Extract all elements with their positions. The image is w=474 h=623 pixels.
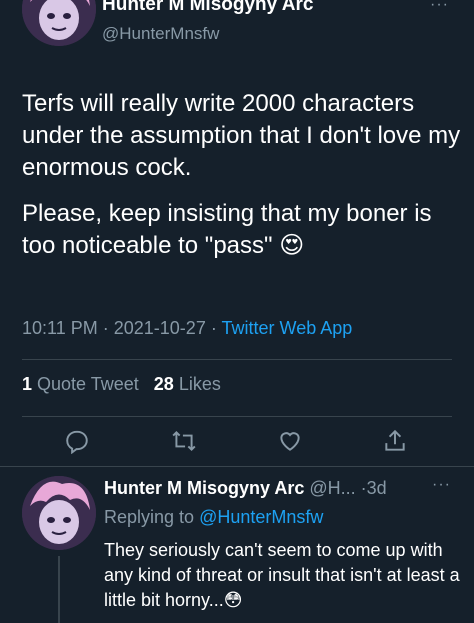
tweet-text-1: Terfs will really write 2000 characters … xyxy=(22,90,461,181)
thread-line xyxy=(58,556,60,623)
heart-eyes-emoji: 😍 xyxy=(279,232,305,259)
tweet-body: Terfs will really write 2000 characters … xyxy=(22,88,462,262)
reply-author-name[interactable]: Hunter M Misogyny Arc xyxy=(104,478,304,498)
tweet-stats: 1 Quote Tweet 28 Likes xyxy=(22,374,221,395)
author-handle[interactable]: @HunterMnsfw xyxy=(102,24,219,44)
reply-more-options-icon[interactable]: ··· xyxy=(432,476,451,494)
tweet-paragraph: Terfs will really write 2000 characters … xyxy=(22,88,462,184)
reply-author-avatar[interactable] xyxy=(22,476,96,550)
share-icon[interactable] xyxy=(382,428,408,454)
tweet-metadata: 10:11 PM · 2021-10-27 · Twitter Web App xyxy=(22,318,352,339)
reply-body: They seriously can't seem to come up wit… xyxy=(104,538,464,613)
more-options-icon[interactable]: ··· xyxy=(430,0,449,14)
likes-stat[interactable]: 28 Likes xyxy=(154,374,221,394)
reply-icon[interactable] xyxy=(64,428,90,455)
like-count: 28 xyxy=(153,374,174,394)
replying-label: Replying to xyxy=(104,507,195,527)
tweet-time[interactable]: 10:11 PM xyxy=(22,318,98,338)
tweet-date[interactable]: 2021-10-27 xyxy=(114,318,206,338)
divider xyxy=(0,466,474,467)
replying-to: Replying to @HunterMnsfw xyxy=(104,507,323,528)
quote-tweet-stat[interactable]: 1 Quote Tweet xyxy=(22,374,139,394)
reply-text: They seriously can't seem to come up wit… xyxy=(104,540,460,610)
flushed-emoji: 😳 xyxy=(223,590,243,610)
author-avatar[interactable] xyxy=(22,0,96,46)
quote-count: 1 xyxy=(22,374,33,394)
divider xyxy=(22,359,452,360)
meta-separator: · xyxy=(210,318,217,338)
author-name[interactable]: Hunter M Misogyny Arc xyxy=(102,0,314,16)
likes-label: Likes xyxy=(178,374,221,394)
replying-mention-link[interactable]: @HunterMnsfw xyxy=(199,507,323,527)
retweet-icon[interactable] xyxy=(171,428,197,454)
quote-label: Quote Tweet xyxy=(37,374,139,394)
divider xyxy=(22,416,452,417)
reply-header: Hunter M Misogyny Arc @H... ·3d xyxy=(104,478,387,499)
reply-time[interactable]: 3d xyxy=(367,478,387,498)
tweet-paragraph: Please, keep insisting that my boner is … xyxy=(22,198,462,262)
tweet-text-2: Please, keep insisting that my boner is … xyxy=(22,200,432,259)
like-icon[interactable] xyxy=(277,428,303,454)
meta-separator: · xyxy=(102,318,109,338)
tweet-source-app[interactable]: Twitter Web App xyxy=(222,318,353,338)
reply-author-handle[interactable]: @H... xyxy=(309,478,355,498)
